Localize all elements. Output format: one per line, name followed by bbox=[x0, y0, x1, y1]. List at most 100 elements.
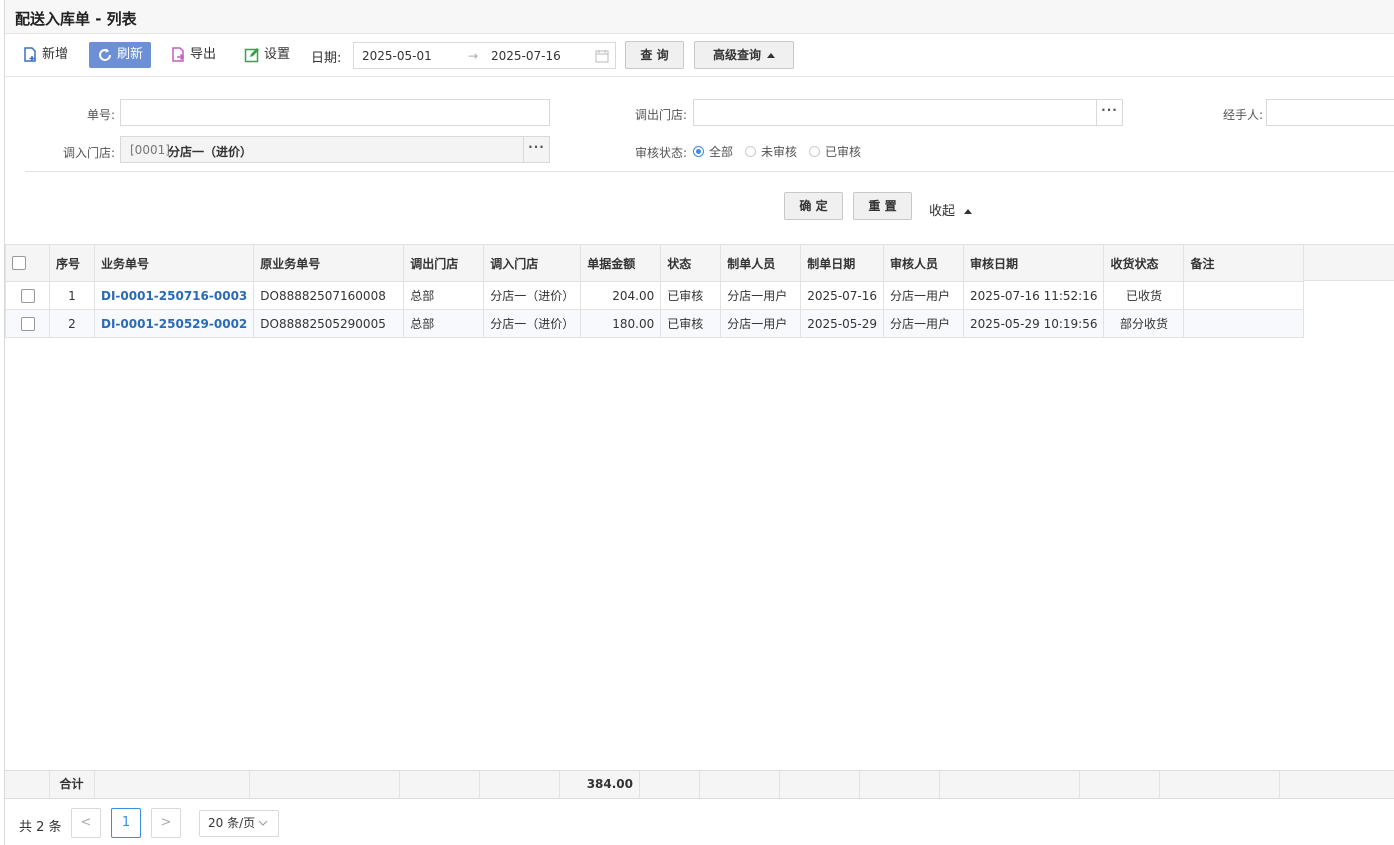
summary-blank bbox=[779, 771, 860, 798]
collapse-label: 收起 bbox=[929, 204, 956, 219]
settings-button[interactable]: 设置 bbox=[244, 42, 290, 68]
data-table: 序号 业务单号 原业务单号 调出门店 调入门店 单据金额 状态 制单人员 制单日… bbox=[5, 244, 1305, 338]
col-header[interactable]: 审核人员 bbox=[883, 244, 965, 282]
order-no-input[interactable] bbox=[120, 99, 550, 126]
radio-icon bbox=[745, 146, 756, 157]
cell-maker: 分店一用户 bbox=[720, 309, 802, 338]
date-label: 日期: bbox=[311, 51, 342, 66]
cell-remark bbox=[1183, 309, 1305, 338]
cell-make-date: 2025-07-16 bbox=[800, 281, 885, 310]
calendar-icon[interactable] bbox=[595, 49, 609, 63]
col-header[interactable]: 备注 bbox=[1183, 244, 1305, 282]
export-button[interactable]: 导出 bbox=[170, 42, 216, 68]
date-from[interactable]: 2025-05-01 bbox=[362, 49, 432, 63]
col-header[interactable]: 序号 bbox=[49, 244, 95, 282]
cell-in-store: 分店一（进价） bbox=[483, 309, 582, 338]
summary-blank bbox=[479, 771, 560, 798]
in-store-name: 分店一（进价） bbox=[168, 145, 253, 159]
audit-status-label: 审核状态: bbox=[634, 146, 687, 160]
advanced-query-label: 高级查询 bbox=[712, 48, 761, 62]
col-header[interactable]: 审核日期 bbox=[963, 244, 1105, 282]
prev-page-button[interactable]: < bbox=[71, 808, 101, 838]
edit-settings-icon bbox=[244, 48, 259, 63]
col-header[interactable]: 制单日期 bbox=[800, 244, 885, 282]
summary-row: 合计 384.00 bbox=[5, 770, 1394, 799]
col-header[interactable]: 业务单号 bbox=[93, 244, 255, 282]
advanced-query-button[interactable]: 高级查询 bbox=[694, 41, 794, 69]
col-header[interactable]: 单据金额 bbox=[580, 244, 662, 282]
audit-option-audited: 已审核 bbox=[825, 145, 862, 159]
audit-radio-audited[interactable]: 已审核 bbox=[809, 143, 861, 160]
query-button[interactable]: 查 询 bbox=[625, 41, 684, 69]
page-size-select[interactable]: 20 条/页 bbox=[199, 810, 279, 837]
add-label: 新增 bbox=[42, 47, 69, 62]
row-checkbox-cell[interactable] bbox=[5, 281, 50, 310]
refresh-button[interactable]: 刷新 bbox=[89, 42, 152, 68]
out-store-picker-button[interactable]: ··· bbox=[1096, 100, 1122, 125]
summary-amount: 384.00 bbox=[559, 771, 640, 798]
col-header[interactable]: 调出门店 bbox=[403, 244, 485, 282]
date-arrow-icon: → bbox=[468, 49, 479, 63]
select-all-cell[interactable] bbox=[5, 244, 50, 282]
summary-blank bbox=[639, 771, 700, 798]
audit-radio-all[interactable]: 全部 bbox=[693, 143, 733, 160]
in-store-picker-button[interactable]: ··· bbox=[523, 137, 549, 162]
table-row[interactable]: 2 DI-0001-250529-0002 DO88882505290005 总… bbox=[5, 309, 1305, 338]
confirm-button[interactable]: 确 定 bbox=[784, 192, 843, 220]
next-page-button[interactable]: > bbox=[151, 808, 181, 838]
in-store-input[interactable]: [0001] 分店一（进价） ··· bbox=[120, 136, 550, 163]
cell-bill-no-link[interactable]: DI-0001-250529-0002 bbox=[93, 309, 255, 338]
cell-amount: 180.00 bbox=[580, 309, 662, 338]
chevron-down-icon bbox=[258, 820, 268, 826]
out-store-input[interactable]: ··· bbox=[693, 99, 1123, 126]
summary-blank bbox=[249, 771, 400, 798]
cell-audit-date: 2025-07-16 11:52:16 bbox=[963, 281, 1105, 310]
add-button[interactable]: 新增 bbox=[22, 42, 68, 68]
refresh-icon bbox=[99, 48, 111, 61]
cell-seq: 2 bbox=[49, 309, 95, 338]
list-window: 配送入库单 - 列表 新增 刷新 导出 设置 日期: 2025-05-01 → … bbox=[4, 0, 1394, 845]
advanced-filter-panel: 单号: 调出门店: ··· 经手人: 调入门店: [0001] 分店一（进价） … bbox=[5, 77, 1394, 244]
date-range-picker[interactable]: 2025-05-01 → 2025-07-16 bbox=[353, 42, 616, 69]
summary-blank bbox=[94, 771, 250, 798]
audit-radio-unaudited[interactable]: 未审核 bbox=[745, 143, 797, 160]
caret-up-icon bbox=[964, 209, 973, 214]
page-1-button[interactable]: 1 bbox=[111, 808, 141, 838]
caret-up-icon bbox=[767, 53, 775, 58]
col-header[interactable]: 收货状态 bbox=[1103, 244, 1185, 282]
audit-option-all: 全部 bbox=[709, 145, 734, 159]
cell-orig-no: DO88882507160008 bbox=[253, 281, 405, 310]
cell-in-store: 分店一（进价） bbox=[483, 281, 582, 310]
add-doc-icon bbox=[24, 47, 36, 62]
page-title: 配送入库单 - 列表 bbox=[15, 10, 137, 28]
handler-input[interactable] bbox=[1266, 99, 1394, 126]
row-checkbox[interactable] bbox=[20, 288, 35, 303]
cell-bill-no-link[interactable]: DI-0001-250716-0003 bbox=[93, 281, 255, 310]
cell-orig-no: DO88882505290005 bbox=[253, 309, 405, 338]
summary-blank bbox=[699, 771, 780, 798]
table-row[interactable]: 1 DI-0001-250716-0003 DO88882507160008 总… bbox=[5, 281, 1305, 310]
row-checkbox[interactable] bbox=[20, 316, 35, 331]
summary-blank bbox=[1079, 771, 1160, 798]
row-checkbox-cell[interactable] bbox=[5, 309, 50, 338]
collapse-toggle[interactable]: 收起 bbox=[929, 200, 973, 219]
filter-divider bbox=[25, 171, 1394, 172]
pagination: 共 2 条 < 1 > 20 条/页 bbox=[5, 800, 1394, 845]
col-header[interactable]: 制单人员 bbox=[720, 244, 802, 282]
cell-seq: 1 bbox=[49, 281, 95, 310]
col-header[interactable]: 调入门店 bbox=[483, 244, 582, 282]
radio-selected-icon bbox=[693, 146, 704, 157]
reset-button[interactable]: 重 置 bbox=[853, 192, 912, 220]
in-store-code: [0001] bbox=[130, 143, 170, 157]
toolbar: 新增 刷新 导出 设置 日期: 2025-05-01 → 2025-07-16 … bbox=[5, 34, 1394, 77]
col-header[interactable]: 原业务单号 bbox=[253, 244, 405, 282]
title-bar: 配送入库单 - 列表 bbox=[5, 0, 1394, 34]
select-all-checkbox[interactable] bbox=[12, 256, 26, 271]
date-to[interactable]: 2025-07-16 bbox=[491, 49, 561, 63]
summary-blank bbox=[1159, 771, 1280, 798]
summary-blank bbox=[939, 771, 1080, 798]
refresh-label: 刷新 bbox=[117, 47, 144, 62]
col-header[interactable]: 状态 bbox=[660, 244, 722, 282]
settings-label: 设置 bbox=[264, 47, 291, 62]
summary-blank bbox=[5, 771, 50, 798]
